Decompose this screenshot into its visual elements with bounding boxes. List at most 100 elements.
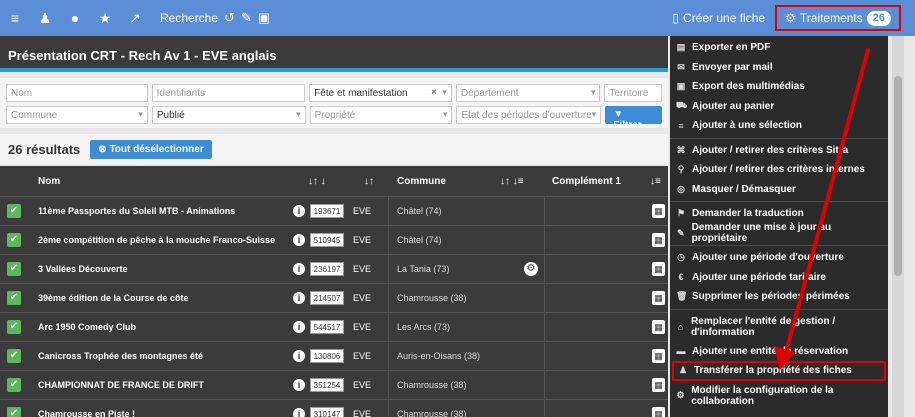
checkbox[interactable]: ✔ xyxy=(7,233,21,247)
info-icon[interactable]: i xyxy=(293,292,305,304)
results-header: 26 résultats ⊗ Tout désélectionner xyxy=(0,134,668,164)
sort-icon[interactable]: ↓↑ ↓ xyxy=(308,176,326,187)
table-row[interactable]: ✔ Chamrousse en Piste ! i 310147 EVE Cha… xyxy=(0,399,668,417)
calendar-icon[interactable]: ▦ xyxy=(652,291,665,305)
row-name[interactable]: CHAMPIONNAT DE FRANCE DE DRIFT xyxy=(38,380,204,390)
menu-item-criteres-internes[interactable]: ⚲ Ajouter / retirer des critères internes xyxy=(670,160,888,180)
row-name[interactable]: Canicross Trophée des montagnes été xyxy=(38,351,203,361)
menu-item-masquer[interactable]: ◎ Masquer / Démasquer xyxy=(670,180,888,200)
departement-select[interactable]: Département ▾ xyxy=(455,84,601,102)
checkbox[interactable]: ✔ xyxy=(7,291,21,305)
calendar-icon[interactable]: ▦ xyxy=(652,349,665,363)
calendar-icon[interactable]: ▦ xyxy=(652,233,665,247)
save-icon[interactable]: ▣ xyxy=(258,10,270,26)
info-icon[interactable]: i xyxy=(293,263,305,275)
chat-icon[interactable]: ● xyxy=(60,0,90,36)
row-commune: Chamrousse (38) xyxy=(397,409,467,417)
info-icon[interactable]: i xyxy=(293,321,305,333)
checkbox[interactable]: ✔ xyxy=(7,378,21,392)
calendar-icon[interactable]: ▦ xyxy=(652,407,665,417)
departement-placeholder: Département xyxy=(460,88,519,99)
traitements-button[interactable]: ⚙ Traitements 26 xyxy=(775,5,901,31)
scrollbar-thumb[interactable] xyxy=(894,76,902,276)
publie-select[interactable]: Publié ▾ xyxy=(151,106,306,124)
table-row[interactable]: ✔ 2ème compétition de pêche à la mouche … xyxy=(0,225,668,255)
checkbox[interactable]: ✔ xyxy=(7,204,21,218)
sort-icon[interactable]: ↓↑ ↓≡ xyxy=(500,176,524,187)
calendar-icon[interactable]: ▦ xyxy=(652,320,665,334)
table-row[interactable]: ✔ Arc 1950 Comedy Club i 544517 EVE Les … xyxy=(0,312,668,342)
create-sheet-button[interactable]: ▯ Créer une fiche xyxy=(662,0,775,36)
col-nom-header[interactable]: Nom xyxy=(38,176,60,187)
info-icon[interactable]: i xyxy=(293,408,305,417)
info-icon[interactable]: i xyxy=(293,350,305,362)
checkbox[interactable]: ✔ xyxy=(7,349,21,363)
search-label[interactable]: Recherche xyxy=(160,11,218,25)
calendar-icon[interactable]: ▦ xyxy=(652,378,665,392)
menu-item-supprimer-periodes[interactable]: 🗑 Supprimer les périodes périmées xyxy=(670,287,888,307)
filter-button[interactable]: ▼ Filtrer xyxy=(605,106,663,131)
menu-item-criteres-sitra[interactable]: ⌘ Ajouter / retirer des critères Sitra xyxy=(670,141,888,161)
table-row[interactable]: ✔ 39ème édition de la Course de côte i 2… xyxy=(0,283,668,313)
menu-item-periode-ouverture[interactable]: ◷ Ajouter une période d'ouverture xyxy=(670,248,888,268)
type-select[interactable]: Fête et manifestation × ▾ xyxy=(309,84,452,102)
deselect-all-button[interactable]: ⊗ Tout désélectionner xyxy=(90,139,212,159)
menu-item-add-selection[interactable]: ≡ Ajouter à une sélection xyxy=(670,116,888,136)
row-name[interactable]: 3 Vallées Découverte xyxy=(38,264,128,274)
menu-item-modifier-collaboration[interactable]: ⚙ Modifier la configuration de la collabo… xyxy=(670,381,888,411)
info-icon[interactable]: i xyxy=(293,234,305,246)
share-icon[interactable]: ↗ xyxy=(120,0,150,36)
gear-icon[interactable]: ⚙ xyxy=(524,262,538,276)
clear-icon[interactable]: × xyxy=(431,87,437,98)
divider xyxy=(388,400,389,417)
user-icon[interactable]: ♟ xyxy=(30,0,60,36)
menu-item-send-mail[interactable]: ✉ Envoyer par mail xyxy=(670,58,888,78)
menu-item-remplacer-entite[interactable]: ⌂ Remplacer l'entité de gestion / d'infor… xyxy=(670,312,888,342)
checkbox[interactable]: ✔ xyxy=(7,320,21,334)
star-icon[interactable]: ★ xyxy=(90,0,120,36)
info-icon[interactable]: i xyxy=(293,205,305,217)
menu-item-traduction[interactable]: ⚑ Demander la traduction xyxy=(670,204,888,224)
sort-icon[interactable]: ↓↑ xyxy=(364,176,374,187)
calendar-icon[interactable]: ▦ xyxy=(652,262,665,276)
territoire-select[interactable]: Territoire xyxy=(604,84,662,102)
info-icon[interactable]: i xyxy=(293,379,305,391)
row-id: 544517 xyxy=(310,320,344,334)
reset-icon[interactable]: ↺ xyxy=(224,10,235,26)
row-name[interactable]: Arc 1950 Comedy Club xyxy=(38,322,136,332)
table-row[interactable]: ✔ 11ème Passportes du Soleil MTB - Anima… xyxy=(0,196,668,226)
table-row[interactable]: ✔ Canicross Trophée des montagnes été i … xyxy=(0,341,668,371)
nom-input[interactable]: Nom xyxy=(6,84,148,102)
chevron-down-icon: ▾ xyxy=(296,109,301,119)
menu-item-mise-a-jour[interactable]: ✎ Demander une mise à jour au propriétair… xyxy=(670,222,888,244)
menu-item-entite-reservation[interactable]: ▬ Ajouter une entité de réservation xyxy=(670,342,888,362)
search-group[interactable]: Recherche ↺ ✎ ▣ xyxy=(160,10,270,26)
table-row[interactable]: ✔ CHAMPIONNAT DE FRANCE DE DRIFT i 35125… xyxy=(0,370,668,400)
row-name[interactable]: Chamrousse en Piste ! xyxy=(38,409,135,417)
menu-icon[interactable]: ≡ xyxy=(0,0,30,36)
etat-select[interactable]: Etat des périodes d'ouverture ▾ xyxy=(456,106,602,124)
sort-icon[interactable]: ↓≡ xyxy=(650,176,661,187)
row-commune: Les Arcs (73) xyxy=(397,322,451,332)
propriete-select[interactable]: Propriété ▾ xyxy=(309,106,453,124)
col-complement-header[interactable]: Complément 1 xyxy=(552,176,621,187)
row-name[interactable]: 2ème compétition de pêche à la mouche Fr… xyxy=(38,235,275,245)
scrollbar[interactable] xyxy=(892,36,904,417)
menu-item-export-pdf[interactable]: ▤ Exporter en PDF xyxy=(670,38,888,58)
identifiants-input[interactable]: Identifiants xyxy=(151,84,306,102)
chevron-down-icon: ▾ xyxy=(442,87,447,97)
table-row[interactable]: ✔ 3 Vallées Découverte i 236197 EVE La T… xyxy=(0,254,668,284)
checkbox[interactable]: ✔ xyxy=(7,407,21,417)
menu-item-add-cart[interactable]: ⛟ Ajouter au panier xyxy=(670,97,888,117)
menu-item-periode-tarifaire[interactable]: € Ajouter une période tarifaire xyxy=(670,268,888,288)
menu-item-transferer-propriete[interactable]: ♟ Transférer la propriété des fiches xyxy=(672,361,886,381)
calendar-icon[interactable]: ▦ xyxy=(652,204,665,218)
traitements-label: Traitements xyxy=(799,11,863,25)
row-name[interactable]: 39ème édition de la Course de côte xyxy=(38,293,189,303)
col-commune-header[interactable]: Commune xyxy=(397,176,446,187)
commune-select[interactable]: Commune ▾ xyxy=(6,106,148,124)
pencil-icon[interactable]: ✎ xyxy=(241,10,252,26)
menu-item-export-media[interactable]: ▣ Export des multimédias xyxy=(670,77,888,97)
row-name[interactable]: 11ème Passportes du Soleil MTB - Animati… xyxy=(38,206,235,216)
checkbox[interactable]: ✔ xyxy=(7,262,21,276)
